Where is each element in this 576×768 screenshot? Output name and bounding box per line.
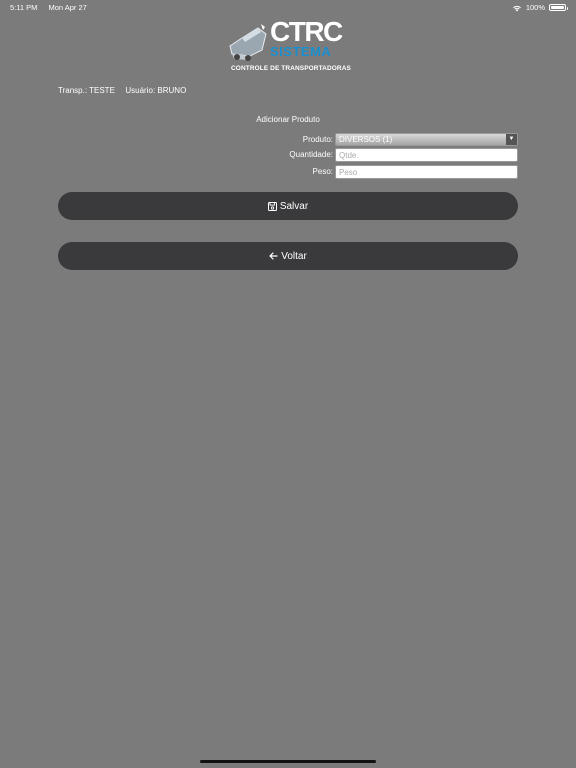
quantidade-input[interactable]	[335, 148, 518, 162]
back-button-label: Voltar	[281, 250, 307, 262]
transp-label: Transp.:	[58, 86, 88, 95]
produto-selected-value: DIVERSOS (1)	[339, 135, 393, 144]
chevron-down-icon: ▼	[506, 134, 517, 145]
floppy-disk-icon	[267, 201, 277, 211]
status-bar: 5:11 PM Mon Apr 27 100%	[0, 0, 576, 14]
status-time: 5:11 PM	[10, 3, 38, 12]
usuario-label: Usuário:	[125, 86, 156, 95]
peso-label: Peso:	[312, 167, 333, 176]
produto-label: Produto:	[302, 135, 333, 144]
logo-subtitle: SISTEMA	[270, 44, 332, 59]
quantidade-row: Quantidade:	[0, 148, 576, 162]
produto-row: Produto: DIVERSOS (1) ▼	[0, 133, 576, 147]
battery-icon	[549, 4, 568, 11]
usuario-value: BRUNO	[157, 86, 187, 95]
status-right: 100%	[512, 3, 568, 12]
wifi-icon	[512, 4, 522, 12]
save-button[interactable]: Salvar	[58, 192, 518, 220]
logo: CTRC SISTEMA CONTROLE DE TRANSPORTADORAS	[228, 16, 351, 76]
quantidade-label: Quantidade:	[289, 150, 333, 159]
status-date: Mon Apr 27	[48, 3, 87, 12]
session-info: Transp.: TESTE Usuário: BRUNO	[58, 86, 186, 95]
peso-input[interactable]	[335, 165, 518, 179]
battery-percent: 100%	[525, 3, 545, 12]
logo-title: CTRC	[270, 16, 343, 47]
arrow-left-icon	[269, 252, 278, 260]
save-button-label: Salvar	[279, 200, 309, 212]
status-left: 5:11 PM Mon Apr 27	[10, 3, 87, 12]
logo-tagline: CONTROLE DE TRANSPORTADORAS	[231, 65, 351, 72]
transp-value: TESTE	[89, 86, 115, 95]
truck-icon	[228, 24, 274, 69]
peso-row: Peso:	[0, 165, 576, 179]
form-title: Adicionar Produto	[256, 115, 320, 124]
produto-select[interactable]: DIVERSOS (1) ▼	[335, 133, 518, 146]
battery-level	[551, 6, 564, 9]
back-button[interactable]: Voltar	[58, 242, 518, 270]
home-indicator[interactable]	[200, 760, 376, 763]
